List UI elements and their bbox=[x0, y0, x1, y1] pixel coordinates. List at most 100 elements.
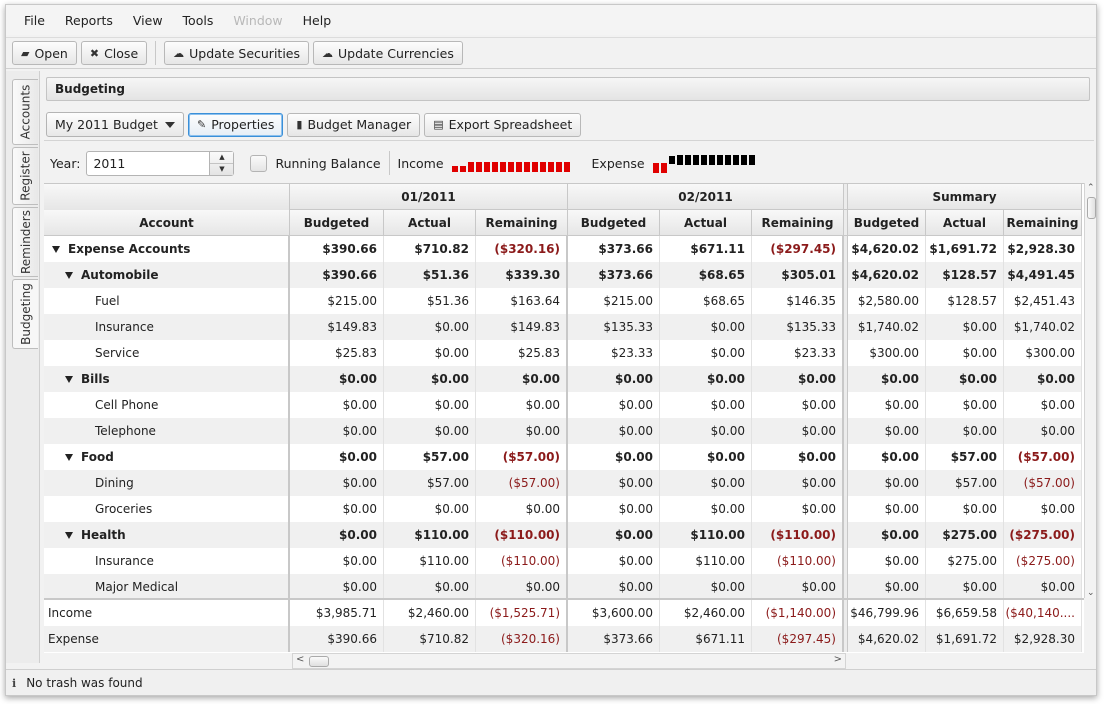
close-label: Close bbox=[104, 45, 139, 61]
value-cell: $0.00 bbox=[1004, 574, 1082, 600]
value-cell: $373.66 bbox=[568, 262, 660, 288]
value-cell: $0.00 bbox=[1004, 496, 1082, 522]
column-header-remaining[interactable]: Remaining bbox=[752, 210, 844, 236]
column-header-remaining[interactable]: Remaining bbox=[1004, 210, 1082, 236]
tab-reminders[interactable]: Reminders bbox=[12, 207, 38, 277]
value-cell: $0.00 bbox=[1004, 392, 1082, 418]
close-icon: ✖ bbox=[89, 46, 100, 60]
table-row[interactable]: Groceries $0.00 $0.00 $0.00 $0.00 $0.00 $0.00 $… bbox=[44, 496, 1082, 522]
table-row[interactable]: Insurance $149.83 $0.00 $149.83 $135.33 $0.00… bbox=[44, 314, 1082, 340]
table-row[interactable]: Fuel $215.00 $51.36 $163.64 $215.00 $68.65 $14… bbox=[44, 288, 1082, 314]
value-cell: $2,460.00 bbox=[660, 600, 752, 626]
account-cell[interactable]: Expense Accounts bbox=[44, 236, 290, 262]
table-row[interactable]: Service $25.83 $0.00 $25.83 $23.33 $0.00 $23.3… bbox=[44, 340, 1082, 366]
account-cell[interactable]: Bills bbox=[44, 366, 290, 392]
table-row[interactable]: Health $0.00 $110.00 ($110.00) $0.00 $110.00(… bbox=[44, 522, 1082, 548]
open-button[interactable]: ▰ Open bbox=[12, 41, 77, 65]
value-cell: $0.00 bbox=[848, 444, 926, 470]
column-header-actual[interactable]: Actual bbox=[660, 210, 752, 236]
account-cell[interactable]: Dining bbox=[44, 470, 290, 496]
table-row[interactable]: Major Medical $0.00 $0.00 $0.00 $0.00 $0.00 $0… bbox=[44, 574, 1082, 600]
expand-triangle-icon[interactable] bbox=[52, 245, 60, 253]
table-row[interactable]: Telephone $0.00 $0.00 $0.00 $0.00 $0.00 $0.00 $… bbox=[44, 418, 1082, 444]
column-header-actual[interactable]: Actual bbox=[926, 210, 1004, 236]
column-header-budgeted[interactable]: Budgeted bbox=[568, 210, 660, 236]
scroll-right-icon[interactable]: > bbox=[834, 654, 842, 665]
column-header-actual[interactable]: Actual bbox=[384, 210, 476, 236]
table-row[interactable]: Bills $0.00 $0.00 $0.00 $0.00 $0.00 $0.00 $0.00… bbox=[44, 366, 1082, 392]
column-header-budgeted[interactable]: Budgeted bbox=[848, 210, 926, 236]
expand-triangle-icon[interactable] bbox=[65, 531, 73, 539]
budget-summary-table: Income $3,985.71 $2,460.00 ($1,525.71) $3,60… bbox=[44, 598, 1084, 652]
account-cell[interactable]: Automobile bbox=[44, 262, 290, 288]
menu-view[interactable]: View bbox=[123, 13, 173, 28]
vertical-scroll-thumb[interactable] bbox=[1087, 197, 1096, 219]
account-cell[interactable]: Food bbox=[44, 444, 290, 470]
budget-table[interactable]: 01/2011 02/2011 Summary Account Budgeted Actu… bbox=[44, 183, 1084, 653]
tab-accounts[interactable]: Accounts bbox=[12, 79, 38, 145]
year-value[interactable]: 2011 bbox=[87, 152, 209, 175]
budget-select[interactable]: My 2011 Budget bbox=[46, 112, 184, 137]
account-column-header[interactable]: Account bbox=[44, 210, 290, 236]
spreadsheet-icon: ▤ bbox=[433, 118, 444, 131]
account-cell[interactable]: Health bbox=[44, 522, 290, 548]
table-row[interactable]: Dining $0.00 $57.00 ($57.00) $0.00 $0.00 $0.00… bbox=[44, 470, 1082, 496]
expand-triangle-icon[interactable] bbox=[65, 453, 73, 461]
running-balance-checkbox[interactable] bbox=[250, 154, 268, 172]
horizontal-scrollbar[interactable]: < > bbox=[292, 653, 846, 669]
spinner-down-icon[interactable]: ▼ bbox=[210, 162, 234, 175]
export-spreadsheet-button[interactable]: ▤ Export Spreadsheet bbox=[424, 112, 582, 137]
expand-triangle-icon[interactable] bbox=[65, 375, 73, 383]
close-button[interactable]: ✖ Close bbox=[80, 41, 148, 65]
value-cell: $110.00 bbox=[660, 522, 752, 548]
menu-help[interactable]: Help bbox=[293, 13, 342, 28]
year-spinner[interactable]: 2011 ▲ ▼ bbox=[86, 150, 235, 176]
value-cell: $390.66 bbox=[290, 262, 384, 288]
table-row[interactable]: Expense Accounts $390.66 $710.82 ($320.16) $… bbox=[44, 236, 1082, 262]
budget-manager-button[interactable]: ▮ Budget Manager bbox=[287, 112, 421, 137]
value-cell: $0.00 bbox=[384, 314, 476, 340]
vertical-scrollbar[interactable]: ⌃ ⌄ bbox=[1084, 183, 1096, 598]
value-cell: $1,691.72 bbox=[926, 236, 1004, 262]
account-cell[interactable]: Telephone bbox=[44, 418, 290, 444]
horizontal-scroll-thumb[interactable] bbox=[309, 656, 329, 667]
tab-register-label: Register bbox=[18, 151, 33, 201]
table-row[interactable]: Insurance $0.00 $110.00 ($110.00) $0.00 $110.… bbox=[44, 548, 1082, 574]
menu-tools[interactable]: Tools bbox=[173, 13, 224, 28]
folder-open-icon: ▰ bbox=[21, 46, 30, 60]
expand-triangle-icon[interactable] bbox=[65, 271, 73, 279]
table-row[interactable]: Automobile $390.66 $51.36 $339.30 $373.66 $68… bbox=[44, 262, 1082, 288]
scroll-left-icon[interactable]: < bbox=[296, 654, 304, 665]
account-cell[interactable]: Fuel bbox=[44, 288, 290, 314]
table-row[interactable]: Food $0.00 $57.00 ($57.00) $0.00 $0.00 $0.00 $0… bbox=[44, 444, 1082, 470]
expense-spark-bar bbox=[740, 155, 747, 165]
update-securities-button[interactable]: ☁ Update Securities bbox=[164, 41, 309, 65]
menu-file[interactable]: File bbox=[14, 13, 55, 28]
account-cell[interactable]: Groceries bbox=[44, 496, 290, 522]
value-cell: $710.82 bbox=[384, 236, 476, 262]
value-cell: $0.00 bbox=[568, 444, 660, 470]
value-cell: $0.00 bbox=[568, 418, 660, 444]
tab-register[interactable]: Register bbox=[12, 147, 38, 205]
menu-reports[interactable]: Reports bbox=[55, 13, 123, 28]
account-cell[interactable]: Insurance bbox=[44, 548, 290, 574]
value-cell: ($297.45) bbox=[752, 626, 844, 652]
value-cell: $4,491.45 bbox=[1004, 262, 1082, 288]
spinner-up-icon[interactable]: ▲ bbox=[210, 152, 233, 163]
properties-label: Properties bbox=[211, 117, 275, 132]
properties-button[interactable]: ✎ Properties bbox=[188, 112, 284, 137]
account-cell[interactable]: Major Medical bbox=[44, 574, 290, 600]
scroll-up-icon[interactable]: ⌃ bbox=[1087, 183, 1095, 193]
expense-spark-bar bbox=[716, 155, 723, 165]
account-cell[interactable]: Service bbox=[44, 340, 290, 366]
account-cell[interactable]: Insurance bbox=[44, 314, 290, 340]
column-header-remaining[interactable]: Remaining bbox=[476, 210, 568, 236]
column-header-budgeted[interactable]: Budgeted bbox=[290, 210, 384, 236]
tab-budgeting[interactable]: Budgeting bbox=[12, 279, 38, 349]
account-cell[interactable]: Cell Phone bbox=[44, 392, 290, 418]
value-cell: ($297.45) bbox=[752, 236, 844, 262]
update-currencies-button[interactable]: ☁ Update Currencies bbox=[313, 41, 463, 65]
table-row[interactable]: Cell Phone $0.00 $0.00 $0.00 $0.00 $0.00 $0.00… bbox=[44, 392, 1082, 418]
scroll-down-icon[interactable]: ⌄ bbox=[1087, 588, 1095, 598]
expense-spark-bar bbox=[700, 155, 707, 165]
